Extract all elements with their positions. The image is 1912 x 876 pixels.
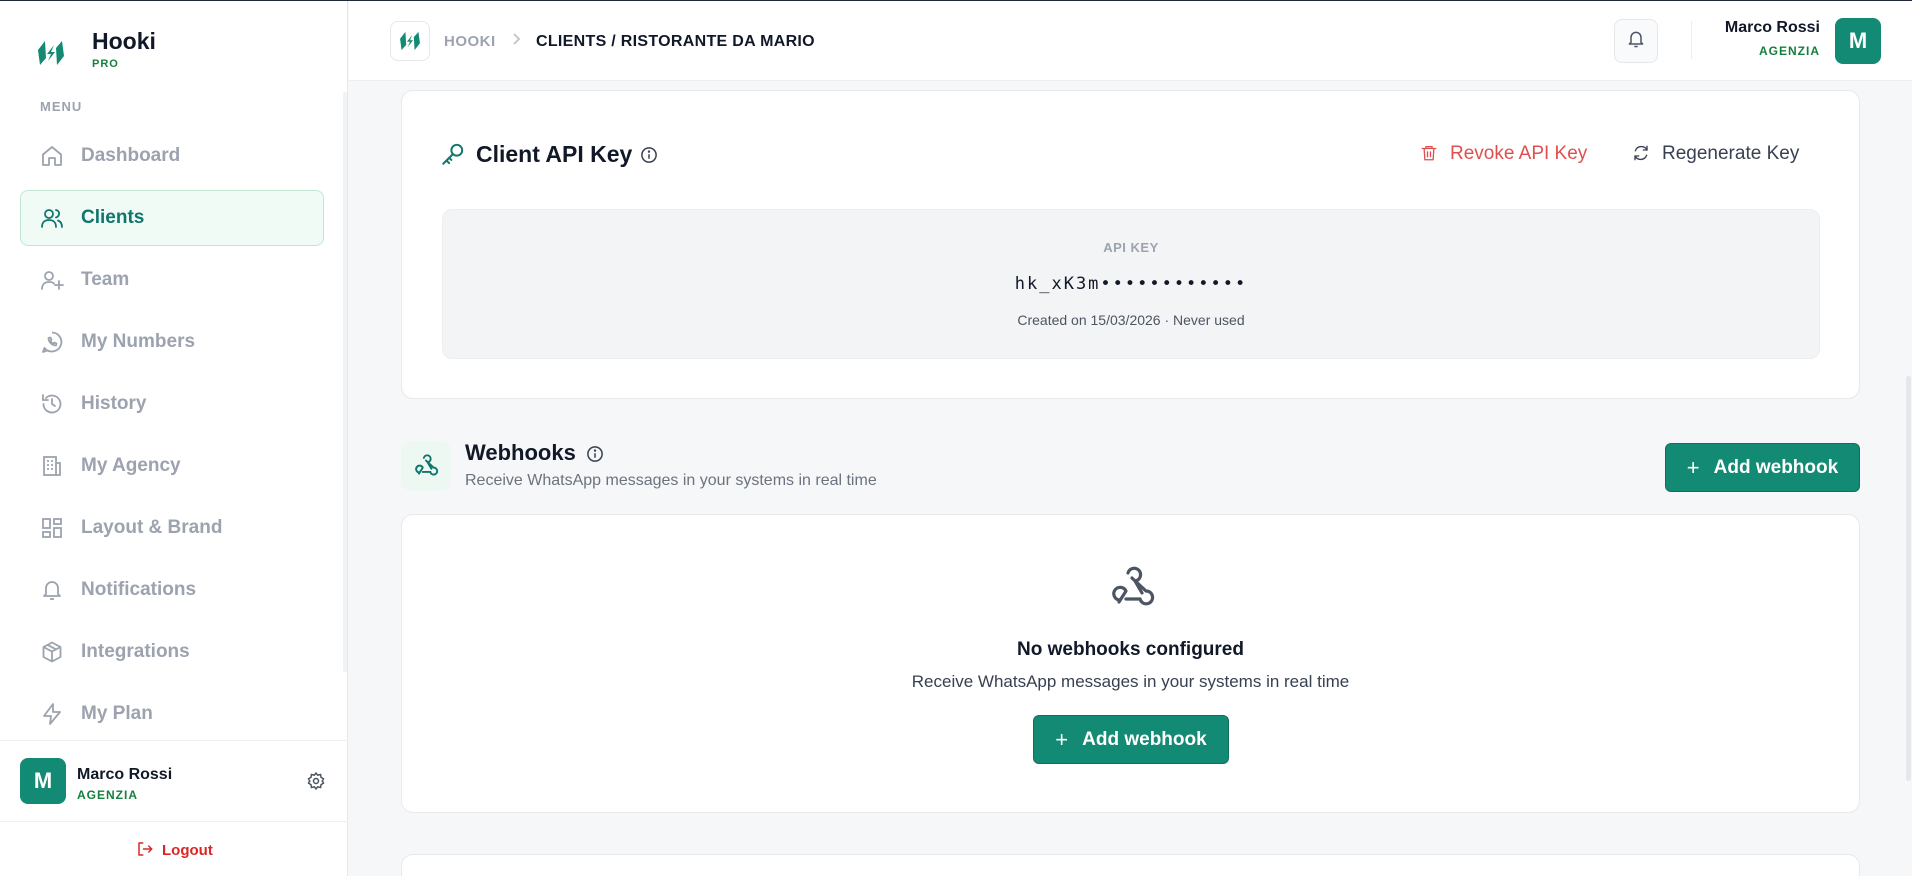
refresh-icon xyxy=(1632,144,1652,164)
api-key-title: Client API Key xyxy=(476,141,633,167)
sidebar-item-clients[interactable]: Clients xyxy=(20,190,324,246)
sidebar-item-label: My Plan xyxy=(81,703,153,724)
users-icon xyxy=(39,205,65,231)
brand[interactable]: Hooki PRO xyxy=(32,26,156,72)
webhook-icon xyxy=(1108,564,1156,612)
sidebar-item-team[interactable]: Team xyxy=(20,252,324,308)
webhooks-empty-state-card: No webhooks configured Receive WhatsApp … xyxy=(401,514,1860,813)
logout-label: Logout xyxy=(162,841,213,859)
revoke-label: Revoke API Key xyxy=(1450,143,1588,164)
client-api-key-card: Client API Key Revoke API Key Regenerate… xyxy=(401,90,1860,399)
regenerate-key-button[interactable]: Regenerate Key xyxy=(1632,143,1799,165)
logout-button[interactable]: Logout xyxy=(136,840,213,860)
breadcrumb-root[interactable]: HOOKI xyxy=(444,33,496,50)
empty-state-title: No webhooks configured xyxy=(1017,639,1244,660)
add-webhook-label: Add webhook xyxy=(1713,456,1839,478)
sidebar-item-integrations[interactable]: Integrations xyxy=(20,624,324,680)
hooki-logo-icon[interactable] xyxy=(390,21,430,61)
plus-icon: + xyxy=(1686,454,1700,480)
api-key-meta: Created on 15/03/2026 · Never used xyxy=(1017,312,1245,328)
webhooks-subtitle: Receive WhatsApp messages in your system… xyxy=(465,472,877,489)
logout-icon xyxy=(136,840,156,860)
empty-state-subtitle: Receive WhatsApp messages in your system… xyxy=(911,672,1350,691)
sidebar-item-label: History xyxy=(81,393,147,414)
add-webhook-label: Add webhook xyxy=(1082,728,1207,750)
bell-icon xyxy=(1626,29,1646,54)
zap-icon xyxy=(39,701,65,727)
webhooks-title: Webhooks xyxy=(465,440,576,465)
sidebar-nav: Dashboard Clients Team My Numbers Histor… xyxy=(20,128,324,748)
package-icon xyxy=(39,639,65,665)
sidebar-item-label: Notifications xyxy=(81,579,197,600)
user-plus-icon xyxy=(39,267,65,293)
main-scrollbar[interactable] xyxy=(1906,376,1911,781)
sidebar-item-label: Dashboard xyxy=(81,145,181,166)
sidebar-user-card: M Marco Rossi AGENZIA xyxy=(0,740,348,822)
notifications-bell-button[interactable] xyxy=(1614,19,1658,63)
sidebar-item-notifications[interactable]: Notifications xyxy=(20,562,324,618)
whatsapp-icon xyxy=(39,329,65,355)
sidebar-scrollbar[interactable] xyxy=(343,92,347,672)
avatar[interactable]: M xyxy=(1835,18,1881,64)
top-header: HOOKI CLIENTS / RISTORANTE DA MARIO Marc… xyxy=(349,1,1912,81)
webhook-icon xyxy=(401,441,451,491)
chevron-right-icon xyxy=(509,31,525,49)
sidebar-item-label: Integrations xyxy=(81,641,190,662)
gear-icon[interactable] xyxy=(306,771,328,793)
layout-icon xyxy=(39,515,65,541)
api-key-value[interactable]: hk_xK3m•••••••••••• xyxy=(443,274,1819,294)
sidebar-item-dashboard[interactable]: Dashboard xyxy=(20,128,324,184)
info-icon[interactable] xyxy=(586,445,604,463)
hooki-logo-icon xyxy=(32,34,70,72)
sidebar-item-my-numbers[interactable]: My Numbers xyxy=(20,314,324,370)
sidebar-item-layout-brand[interactable]: Layout & Brand xyxy=(20,500,324,556)
sidebar-item-label: Layout & Brand xyxy=(81,517,223,538)
plus-icon: + xyxy=(1055,726,1069,752)
api-key-display: API KEY hk_xK3m•••••••••••• Created on 1… xyxy=(442,209,1820,359)
sidebar-item-label: Team xyxy=(81,269,130,290)
sidebar-item-history[interactable]: History xyxy=(20,376,324,432)
sidebar-item-label: Clients xyxy=(81,207,145,228)
sidebar: Hooki PRO MENU Dashboard Clients Team My… xyxy=(0,0,348,876)
header-user-role: AGENZIA xyxy=(1759,44,1820,58)
home-icon xyxy=(39,143,65,169)
header-user-name: Marco Rossi xyxy=(1724,19,1820,36)
user-name: Marco Rossi xyxy=(77,766,173,783)
window-top-border xyxy=(0,0,1912,1)
info-icon[interactable] xyxy=(640,146,658,164)
breadcrumb-current: CLIENTS / RISTORANTE DA MARIO xyxy=(536,33,815,50)
brand-name: Hooki xyxy=(92,28,156,54)
key-icon xyxy=(440,141,466,167)
user-role: AGENZIA xyxy=(77,788,138,802)
api-key-label: API KEY xyxy=(1103,240,1159,255)
sidebar-item-my-agency[interactable]: My Agency xyxy=(20,438,324,494)
header-divider xyxy=(1691,21,1692,59)
building-icon xyxy=(39,453,65,479)
regenerate-label: Regenerate Key xyxy=(1662,143,1800,164)
bell-icon xyxy=(39,577,65,603)
menu-section-label: MENU xyxy=(40,99,83,114)
sidebar-item-my-plan[interactable]: My Plan xyxy=(20,686,324,742)
brand-tier-badge: PRO xyxy=(92,58,119,70)
sidebar-item-label: My Numbers xyxy=(81,331,196,352)
avatar[interactable]: M xyxy=(20,758,66,804)
add-webhook-empty-button[interactable]: + Add webhook xyxy=(1033,715,1229,764)
revoke-api-key-button[interactable]: Revoke API Key xyxy=(1420,143,1587,165)
trash-icon xyxy=(1420,144,1440,164)
sidebar-item-label: My Agency xyxy=(81,455,181,476)
next-section-card xyxy=(401,854,1860,876)
history-icon xyxy=(39,391,65,417)
add-webhook-button[interactable]: + Add webhook xyxy=(1665,443,1860,492)
